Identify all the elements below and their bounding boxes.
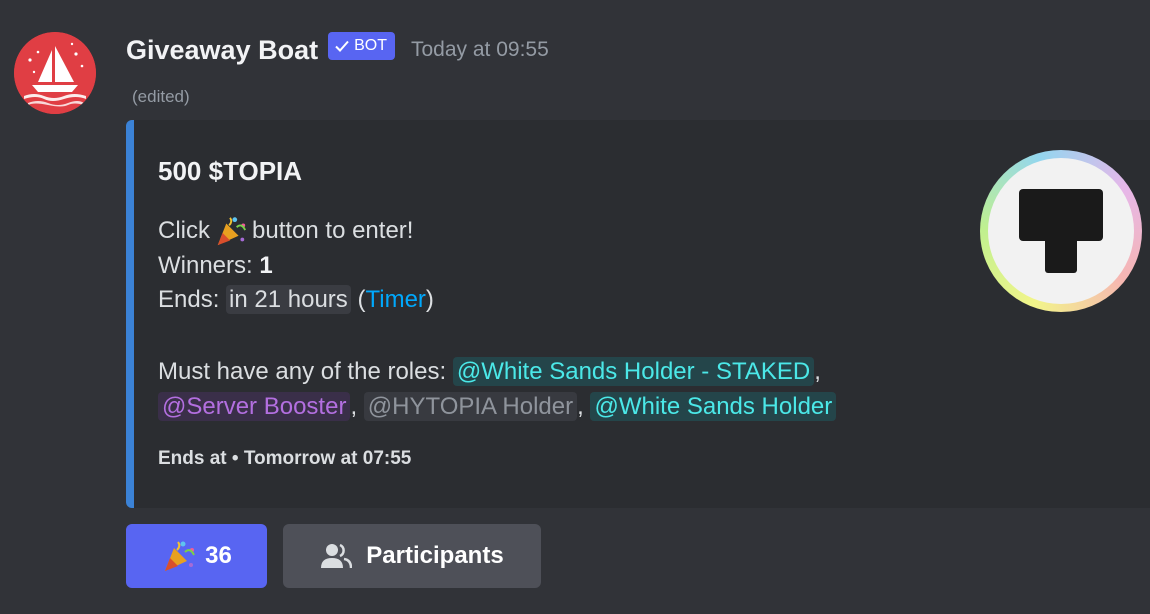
- participants-label: Participants: [366, 542, 504, 569]
- roles-line-2: @Server Booster, @HYTOPIA Holder, @White…: [158, 392, 837, 421]
- embed-title: 500 $TOPIA: [158, 156, 303, 186]
- winners-value: 1: [259, 252, 273, 279]
- role-mention-hytopia-holder[interactable]: @HYTOPIA Holder: [363, 392, 578, 421]
- participants-button[interactable]: Participants: [283, 524, 541, 588]
- embed-footer: Ends at • Tomorrow at 07:55: [158, 448, 412, 469]
- giveaway-embed: 500 $TOPIA Click button to enter! Winner…: [126, 120, 1150, 508]
- separator: ,: [814, 358, 821, 385]
- edited-label: (edited): [132, 87, 190, 106]
- separator: ,: [577, 393, 584, 420]
- ends-label: Ends:: [158, 286, 220, 313]
- enter-giveaway-button[interactable]: 36: [126, 524, 267, 588]
- roles-line: Must have any of the roles: @White Sands…: [158, 357, 821, 386]
- click-suffix: button to enter!: [252, 217, 414, 244]
- message-timestamp[interactable]: Today at 09:55: [411, 38, 549, 62]
- roles-prefix: Must have any of the roles:: [158, 358, 447, 385]
- paren-close: ): [425, 286, 434, 313]
- hytopia-logo-icon: [1019, 189, 1103, 273]
- party-popper-icon: [217, 217, 247, 246]
- entry-count: 36: [205, 542, 232, 569]
- winners-line: Winners: 1: [158, 252, 273, 280]
- message-header: Giveaway Boat BOT Today at 09:55: [126, 30, 549, 70]
- enter-instruction: Click button to enter!: [158, 214, 413, 248]
- party-popper-icon: [165, 541, 196, 571]
- bot-badge: BOT: [328, 32, 395, 60]
- role-mention-white-sands-holder[interactable]: @White Sands Holder: [590, 392, 837, 421]
- timer-link[interactable]: Timer: [365, 286, 425, 313]
- bot-avatar[interactable]: [14, 32, 96, 114]
- username[interactable]: Giveaway Boat: [126, 35, 318, 66]
- separator: ,: [350, 393, 358, 420]
- click-prefix: Click: [158, 217, 210, 244]
- embed-thumbnail[interactable]: [980, 150, 1142, 312]
- ends-line: Ends: in 21 hours (Timer): [158, 285, 434, 314]
- ends-relative-time[interactable]: in 21 hours: [226, 285, 351, 314]
- role-mention-server-booster[interactable]: @Server Booster: [158, 392, 351, 421]
- role-mention-white-sands-staked[interactable]: @White Sands Holder - STAKED: [452, 357, 815, 386]
- sailboat-avatar-icon: [14, 32, 96, 114]
- winners-label: Winners:: [158, 252, 253, 279]
- people-icon: [321, 543, 353, 569]
- checkmark-icon: [335, 40, 349, 52]
- bot-badge-label: BOT: [354, 37, 387, 54]
